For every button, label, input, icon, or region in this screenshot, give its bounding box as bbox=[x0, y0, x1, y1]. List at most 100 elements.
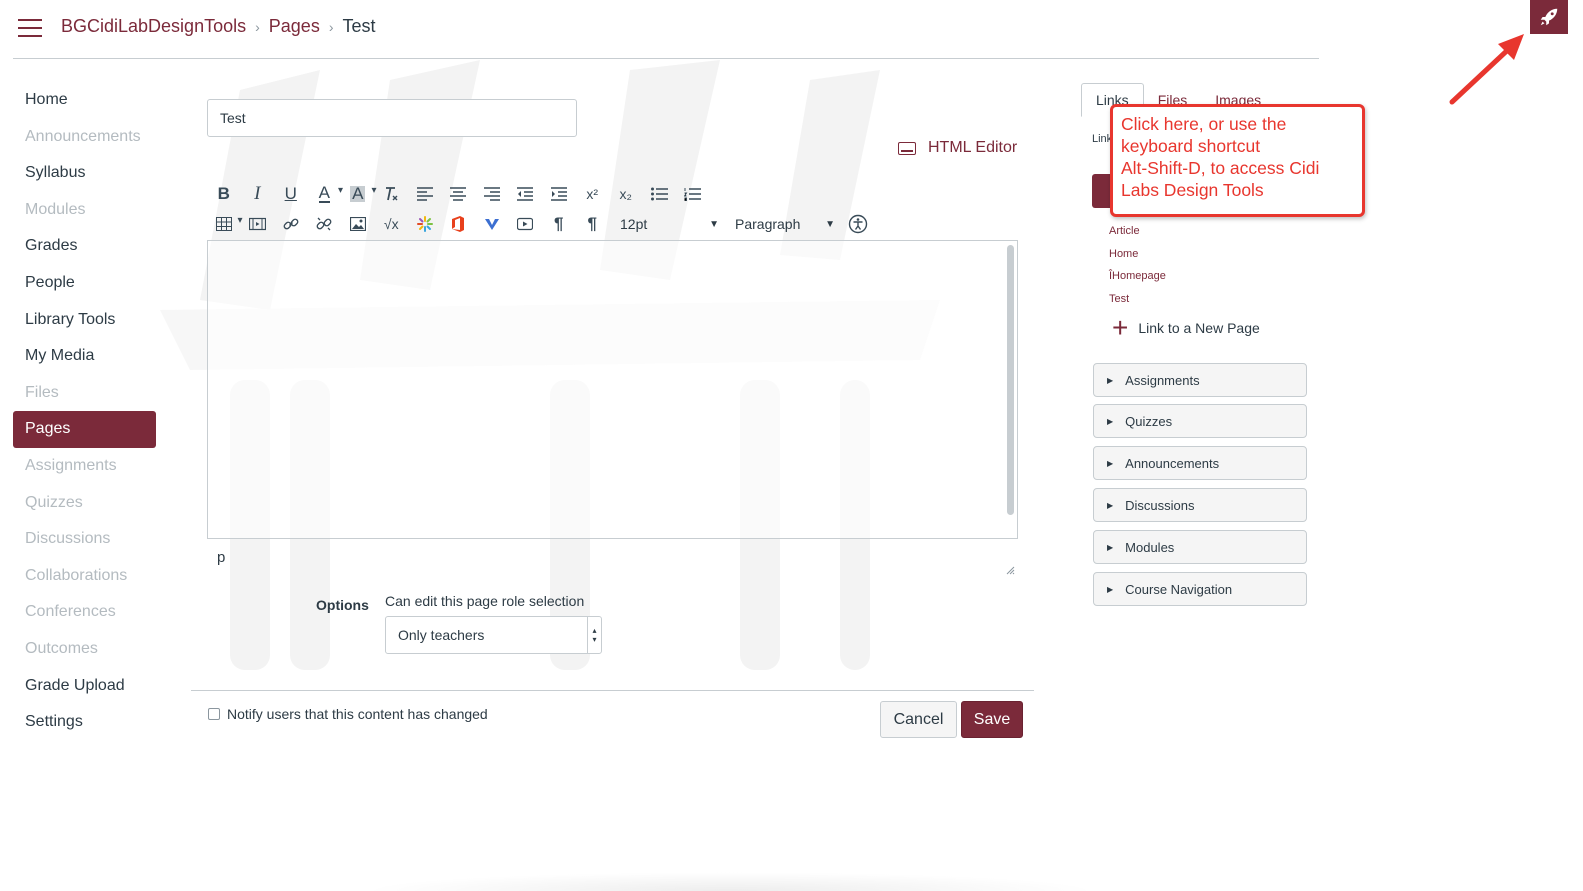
html-editor-link[interactable]: HTML Editor bbox=[898, 139, 1017, 157]
background-color-button[interactable]: A bbox=[341, 181, 376, 207]
nav-item-pages[interactable]: Pages bbox=[13, 411, 156, 448]
notify-users-label[interactable]: Notify users that this content has chang… bbox=[227, 706, 488, 722]
align-center-button[interactable] bbox=[442, 181, 476, 207]
text-color-button[interactable]: A bbox=[308, 181, 342, 207]
nav-item-settings[interactable]: Settings bbox=[13, 704, 156, 741]
rocket-icon bbox=[1540, 8, 1558, 26]
breadcrumb-current: Test bbox=[342, 16, 376, 36]
font-size-value: 12pt bbox=[620, 216, 648, 232]
asterisk-color-icon bbox=[416, 216, 433, 232]
rich-content-editor[interactable] bbox=[207, 240, 1018, 539]
underline-icon: U bbox=[284, 184, 297, 203]
italic-button[interactable]: I bbox=[241, 181, 275, 207]
caret-right-icon: ▶ bbox=[1107, 584, 1114, 594]
breadcrumb-course-link[interactable]: BGCidiLabDesignTools bbox=[61, 16, 246, 37]
page-links-list: Article Home ÎHomepage Test bbox=[1109, 222, 1166, 312]
font-size-select[interactable]: 12pt ▼ bbox=[611, 211, 719, 237]
plus-icon: + bbox=[1112, 312, 1129, 343]
bold-button[interactable]: B bbox=[207, 181, 241, 207]
accordion-announcements[interactable]: ▶ Announcements bbox=[1093, 446, 1307, 480]
editor-scrollbar[interactable] bbox=[1007, 245, 1014, 515]
nav-item-syllabus[interactable]: Syllabus bbox=[13, 155, 156, 192]
align-right-button[interactable] bbox=[475, 181, 509, 207]
accordion-assignments[interactable]: ▶ Assignments bbox=[1093, 363, 1307, 397]
nav-item-discussions[interactable]: Discussions bbox=[13, 521, 156, 558]
form-footer-divider bbox=[191, 690, 1034, 691]
image-icon bbox=[349, 217, 366, 231]
accordion-course-navigation[interactable]: ▶ Course Navigation bbox=[1093, 572, 1307, 606]
nav-item-quizzes[interactable]: Quizzes bbox=[13, 485, 156, 522]
outdent-button[interactable] bbox=[509, 181, 543, 207]
nav-item-my-media[interactable]: My Media bbox=[13, 338, 156, 375]
unlink-button[interactable] bbox=[308, 211, 342, 237]
superscript-button[interactable]: x² bbox=[576, 181, 610, 207]
link-button[interactable] bbox=[274, 211, 308, 237]
nav-item-people[interactable]: People bbox=[13, 265, 156, 302]
nav-item-grade-upload[interactable]: Grade Upload bbox=[13, 668, 156, 705]
numbered-list-icon bbox=[684, 188, 702, 201]
page-link-test[interactable]: Test bbox=[1109, 290, 1166, 313]
cancel-button[interactable]: Cancel bbox=[880, 701, 957, 738]
office-button[interactable] bbox=[442, 211, 476, 237]
clear-formatting-button[interactable] bbox=[375, 181, 409, 207]
link-icon bbox=[283, 218, 299, 230]
nav-item-files[interactable]: Files bbox=[13, 375, 156, 412]
nav-item-home[interactable]: Home bbox=[13, 82, 156, 119]
design-tools-launch-button[interactable] bbox=[1530, 0, 1568, 34]
page-title-input[interactable] bbox=[207, 99, 577, 137]
page-link-article[interactable]: Article bbox=[1109, 222, 1166, 245]
page-link-homepage[interactable]: ÎHomepage bbox=[1109, 267, 1166, 290]
background-color-icon: A bbox=[350, 184, 366, 203]
accordion-discussions[interactable]: ▶ Discussions bbox=[1093, 488, 1307, 522]
nav-item-outcomes[interactable]: Outcomes bbox=[13, 631, 156, 668]
accessibility-checker-button[interactable] bbox=[841, 211, 875, 237]
hamburger-icon[interactable] bbox=[18, 19, 42, 37]
nav-item-grades[interactable]: Grades bbox=[13, 228, 156, 265]
editor-element-path[interactable]: p bbox=[217, 549, 225, 566]
save-button[interactable]: Save bbox=[961, 701, 1023, 738]
nav-item-announcements[interactable]: Announcements bbox=[13, 119, 156, 156]
nav-item-conferences[interactable]: Conferences bbox=[13, 594, 156, 631]
underline-button[interactable]: U bbox=[274, 181, 308, 207]
rtl-button[interactable]: ¶ bbox=[576, 211, 610, 237]
links-description: Link to other content in the course. Cli… bbox=[1092, 132, 1112, 147]
resize-handle-icon[interactable] bbox=[1005, 565, 1015, 575]
youtube-button[interactable] bbox=[509, 211, 543, 237]
callout-line: Click here, or use the bbox=[1121, 114, 1287, 134]
edit-role-select[interactable]: Only teachers ▴ ▾ bbox=[385, 616, 602, 654]
play-box-icon bbox=[517, 217, 534, 231]
nav-item-modules[interactable]: Modules bbox=[13, 192, 156, 229]
block-format-select[interactable]: Paragraph ▼ bbox=[723, 211, 835, 237]
kaltura-button[interactable] bbox=[408, 211, 442, 237]
nav-item-library-tools[interactable]: Library Tools bbox=[13, 302, 156, 339]
accordion-label: Discussions bbox=[1125, 497, 1195, 513]
media-button[interactable] bbox=[241, 211, 275, 237]
pilcrow-ltr-icon: ¶ bbox=[554, 214, 564, 233]
nav-item-assignments[interactable]: Assignments bbox=[13, 448, 156, 485]
align-center-icon bbox=[450, 187, 467, 201]
nav-item-collaborations[interactable]: Collaborations bbox=[13, 558, 156, 595]
image-button[interactable] bbox=[341, 211, 375, 237]
align-left-button[interactable] bbox=[408, 181, 442, 207]
breadcrumb-pages-link[interactable]: Pages bbox=[269, 16, 320, 37]
links-description-text: Link to other content in the course. Cli… bbox=[1092, 133, 1112, 145]
page-link-home[interactable]: Home bbox=[1109, 245, 1166, 268]
indent-button[interactable] bbox=[542, 181, 576, 207]
caret-right-icon: ▶ bbox=[1107, 500, 1114, 510]
table-button[interactable] bbox=[207, 211, 242, 237]
accordion-quizzes[interactable]: ▶ Quizzes bbox=[1093, 404, 1307, 438]
red-arrow-annotation bbox=[1449, 34, 1524, 105]
numbered-list-button[interactable] bbox=[676, 181, 710, 207]
link-to-new-page[interactable]: + Link to a New Page bbox=[1112, 312, 1260, 343]
equation-button[interactable]: √x bbox=[375, 211, 409, 237]
vimeo-button[interactable] bbox=[475, 211, 509, 237]
caret-right-icon: ▶ bbox=[1107, 542, 1114, 552]
bold-icon: B bbox=[217, 184, 230, 203]
subscript-button[interactable]: x₂ bbox=[609, 181, 643, 207]
office-icon bbox=[452, 216, 465, 232]
notify-users-checkbox[interactable] bbox=[208, 708, 220, 720]
ltr-button[interactable]: ¶ bbox=[542, 211, 576, 237]
header-divider bbox=[13, 58, 1319, 59]
bullet-list-button[interactable] bbox=[643, 181, 677, 207]
accordion-modules[interactable]: ▶ Modules bbox=[1093, 530, 1307, 564]
